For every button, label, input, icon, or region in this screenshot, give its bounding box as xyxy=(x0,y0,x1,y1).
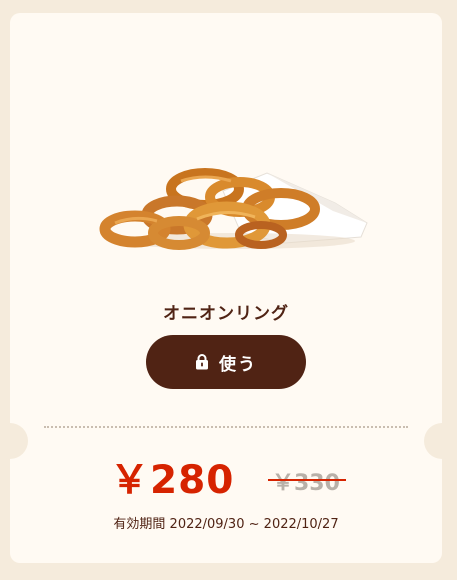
validity-end: 2022/10/27 xyxy=(263,517,339,532)
validity-start: 2022/09/30 xyxy=(169,517,245,532)
use-coupon-label: 使う xyxy=(219,354,257,375)
original-price: ￥330 xyxy=(268,465,346,497)
validity-period: 有効期間 2022/09/30 ~ 2022/10/27 xyxy=(10,513,442,532)
discount-price: ￥280 xyxy=(110,458,235,503)
coupon-card: オニオンリング 使う ￥280 ￥330 有効期間 2022/09/30 ~ 2… xyxy=(0,13,457,563)
onion-rings-image xyxy=(99,168,368,250)
validity-label: 有効期間 xyxy=(113,517,166,532)
ticket-notch-left xyxy=(0,423,28,459)
ticket-notch-right xyxy=(424,423,457,459)
dotted-divider xyxy=(44,426,408,428)
use-coupon-button[interactable]: 使う xyxy=(146,335,306,389)
product-name: オニオンリング xyxy=(163,304,289,324)
validity-separator: ~ xyxy=(248,517,260,532)
original-price-value: ￥330 xyxy=(272,471,340,496)
strikethrough-line xyxy=(268,479,346,481)
lock-icon xyxy=(196,354,208,370)
